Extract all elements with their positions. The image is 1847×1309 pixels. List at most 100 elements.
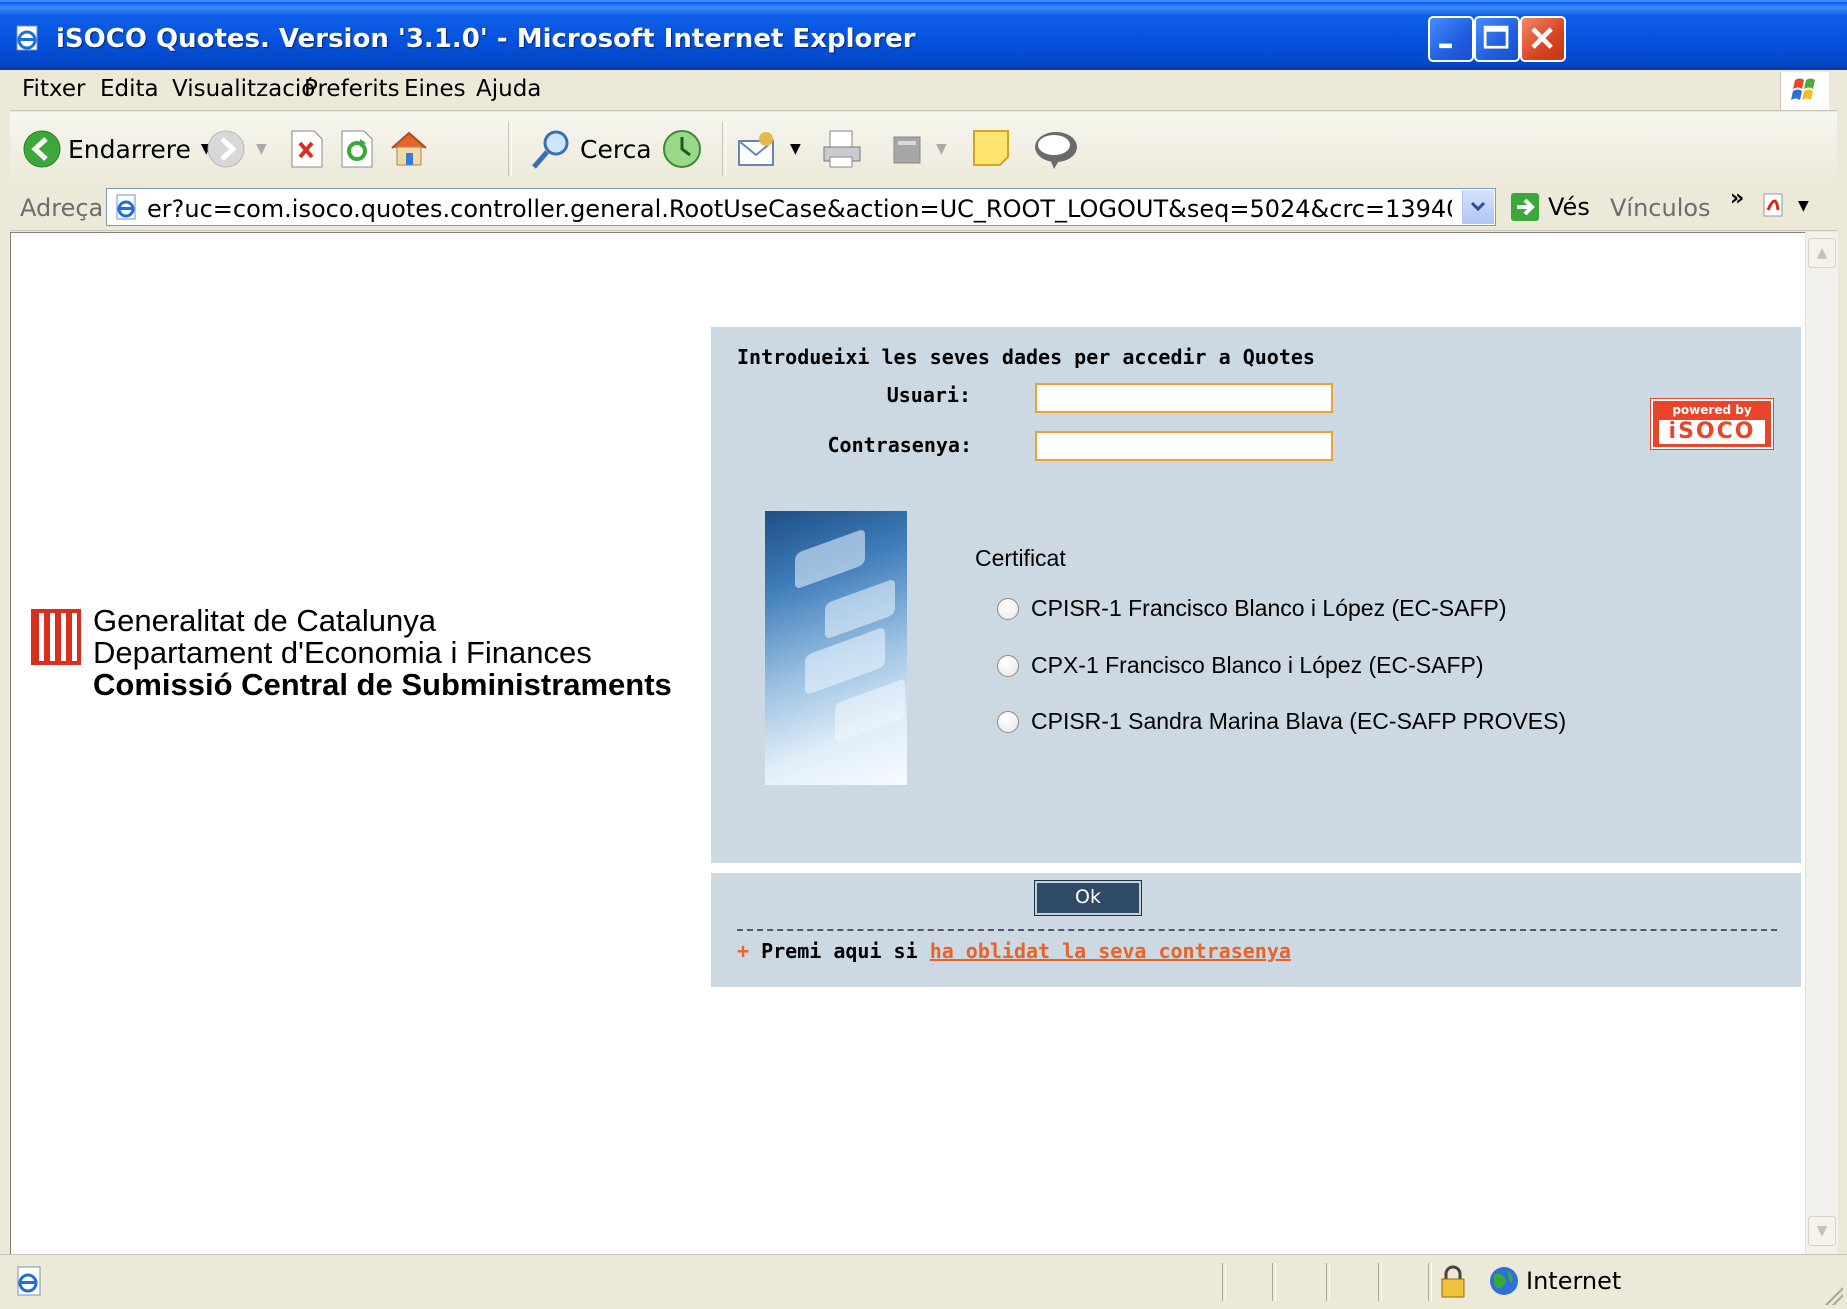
ie-page-icon <box>16 25 38 51</box>
maximize-button[interactable] <box>1474 16 1520 62</box>
menu-preferits[interactable]: Preferits <box>304 76 400 102</box>
vertical-scrollbar[interactable]: ▲ ▼ <box>1805 232 1838 1254</box>
page-status-icon <box>17 1266 41 1296</box>
radio-button[interactable] <box>997 654 1019 677</box>
keyboard-image <box>765 511 907 785</box>
menu-edita[interactable]: Edita <box>100 76 159 102</box>
generalitat-emblem-icon <box>31 609 81 665</box>
user-label: Usuari: <box>886 383 971 407</box>
stop-button[interactable] <box>290 124 324 174</box>
powered-by-isoco-logo: powered by iSOCO <box>1650 398 1774 450</box>
edit-dropdown-icon: ▼ <box>936 141 947 157</box>
search-button[interactable]: Cerca <box>530 124 652 174</box>
forgot-password-line: + Premi aqui si ha oblidat la seva contr… <box>737 939 1291 963</box>
stop-icon <box>291 130 323 168</box>
resize-grip[interactable] <box>1823 1285 1843 1305</box>
pdf-button[interactable]: ▼ <box>1760 190 1809 228</box>
search-icon <box>532 130 569 169</box>
divider <box>737 929 1777 931</box>
go-label: Vés <box>1548 193 1590 221</box>
forward-dropdown-icon: ▼ <box>256 141 267 157</box>
menu-eines[interactable]: Eines <box>404 76 466 102</box>
menu-visualitzacio[interactable]: Visualització <box>172 76 315 102</box>
back-arrow-icon <box>23 130 61 168</box>
discuss-button[interactable] <box>970 124 1014 174</box>
internet-globe-icon <box>1490 1267 1518 1295</box>
print-icon <box>823 130 861 168</box>
title-bar[interactable]: iSOCO Quotes. Version '3.1.0' - Microsof… <box>0 0 1847 70</box>
go-arrow-icon <box>1511 193 1539 221</box>
address-label: Adreça <box>20 194 104 222</box>
links-label[interactable]: Vínculos <box>1610 194 1711 222</box>
forgot-password-link[interactable]: ha oblidat la seva contrasenya <box>930 939 1291 963</box>
menu-bar: Fitxer Edita Visualització Preferits Ein… <box>10 70 1837 111</box>
forgot-text: Premi aqui si <box>761 939 918 963</box>
toolbar: Endarrere ▼ ▼ Cerca ▼ ▼ <box>10 112 1837 187</box>
chevron-more-icon[interactable]: » <box>1730 186 1744 211</box>
print-button[interactable] <box>820 124 864 174</box>
menu-ajuda[interactable]: Ajuda <box>476 76 541 102</box>
plus-icon: + <box>737 939 750 963</box>
chevron-down-icon <box>1470 201 1486 212</box>
certificate-label: CPX-1 Francisco Blanco i López (EC-SAFP) <box>1031 652 1484 678</box>
password-label: Contrasenya: <box>827 433 973 457</box>
address-url[interactable]: er?uc=com.isoco.quotes.controller.genera… <box>147 195 1452 223</box>
window-title: iSOCO Quotes. Version '3.1.0' - Microsof… <box>56 24 916 54</box>
note-icon <box>973 130 1009 166</box>
go-button[interactable]: Vés <box>1510 192 1590 222</box>
lock-icon <box>1441 1265 1465 1298</box>
certificate-label: CPISR-1 Francisco Blanco i López (EC-SAF… <box>1031 595 1507 621</box>
minimize-icon <box>1439 43 1452 49</box>
maximize-icon <box>1483 25 1509 49</box>
radio-button[interactable] <box>997 597 1019 620</box>
mail-icon <box>738 132 774 166</box>
page-icon <box>116 194 136 220</box>
minimize-button[interactable] <box>1428 16 1474 62</box>
certificate-option[interactable]: CPX-1 Francisco Blanco i López (EC-SAFP) <box>997 652 1484 679</box>
windows-logo-icon <box>1780 72 1829 110</box>
pdf-icon <box>1763 193 1783 217</box>
status-bar: Internet <box>0 1254 1847 1309</box>
address-dropdown-button[interactable] <box>1462 190 1494 224</box>
login-panel: Introdueixi les seves dades per accedir … <box>711 327 1801 863</box>
back-button[interactable]: Endarrere ▼ <box>22 124 212 174</box>
certificate-option[interactable]: CPISR-1 Francisco Blanco i López (EC-SAF… <box>997 595 1507 622</box>
address-bar: Adreça er?uc=com.isoco.quotes.controller… <box>10 186 1837 231</box>
home-button[interactable] <box>388 124 430 174</box>
refresh-button[interactable] <box>340 124 374 174</box>
password-field[interactable] <box>1035 431 1333 461</box>
ok-button[interactable]: Ok <box>1034 880 1142 916</box>
address-field[interactable]: er?uc=com.isoco.quotes.controller.genera… <box>106 188 1496 226</box>
messenger-icon <box>1035 132 1077 169</box>
favorites-button[interactable] <box>660 124 704 174</box>
forward-arrow-icon <box>207 130 245 168</box>
mail-dropdown-icon[interactable]: ▼ <box>790 141 801 157</box>
refresh-icon <box>341 130 373 168</box>
logo-line-commission: Comissió Central de Subministraments <box>93 667 672 702</box>
certificate-label: CPISR-1 Sandra Marina Blava (EC-SAFP PRO… <box>1031 708 1567 734</box>
scroll-down-button[interactable]: ▼ <box>1808 1216 1836 1246</box>
certificate-title: Certificat <box>975 545 1066 571</box>
edit-icon <box>893 136 921 164</box>
menu-fitxer[interactable]: Fitxer <box>22 76 85 102</box>
user-field[interactable] <box>1035 383 1333 413</box>
logo-line-generalitat: Generalitat de Catalunya <box>93 603 436 638</box>
scroll-up-button[interactable]: ▲ <box>1808 238 1836 268</box>
security-zone-label: Internet <box>1526 1267 1622 1295</box>
powered-by-text: powered by <box>1672 403 1752 417</box>
pdf-dropdown-icon[interactable]: ▼ <box>1798 198 1809 214</box>
login-footer: Ok + Premi aqui si ha oblidat la seva co… <box>711 873 1801 987</box>
certificate-option[interactable]: CPISR-1 Sandra Marina Blava (EC-SAFP PRO… <box>997 708 1566 735</box>
back-label: Endarrere <box>68 134 191 164</box>
radio-button[interactable] <box>997 710 1019 733</box>
page-content: Generalitat de Catalunya Departament d'E… <box>10 232 1806 1255</box>
edit-button[interactable]: ▼ <box>890 124 947 174</box>
close-icon <box>1531 27 1553 49</box>
search-label: Cerca <box>580 134 652 164</box>
isoco-brand-text: iSOCO <box>1659 420 1765 444</box>
browser-window: iSOCO Quotes. Version '3.1.0' - Microsof… <box>0 0 1847 1309</box>
forward-button[interactable]: ▼ <box>206 124 267 174</box>
messenger-button[interactable] <box>1032 124 1080 174</box>
mail-button[interactable]: ▼ <box>736 124 801 174</box>
close-button[interactable] <box>1520 16 1566 62</box>
